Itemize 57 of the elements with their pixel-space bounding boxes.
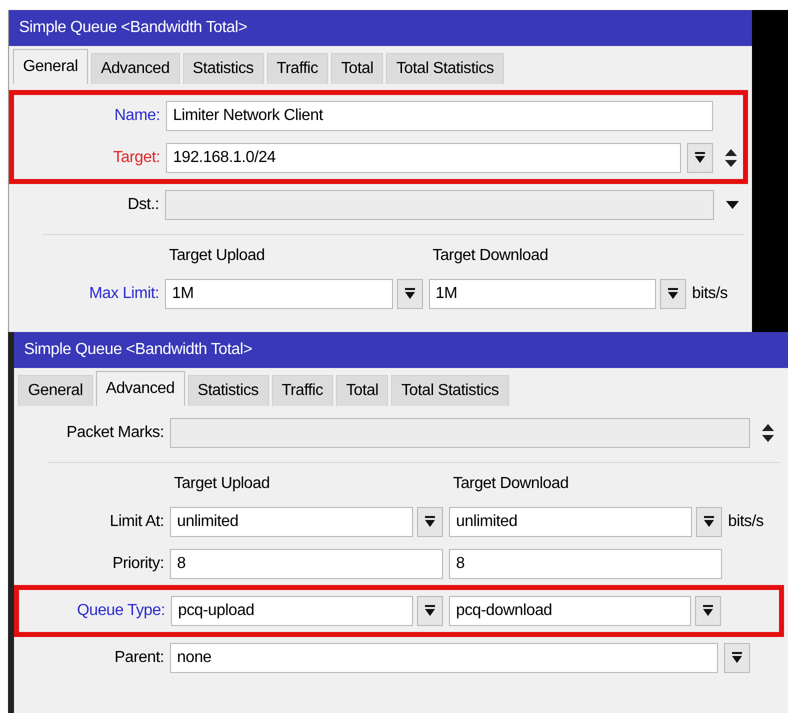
tab[interactable]: Traffic: [272, 375, 334, 406]
field-label: Packet Marks:: [66, 424, 164, 442]
tab[interactable]: Statistics: [188, 375, 269, 406]
text-field[interactable]: 8: [449, 549, 722, 579]
tab[interactable]: General: [18, 375, 93, 406]
tab[interactable]: Total: [331, 53, 384, 84]
text-field[interactable]: 1M: [165, 279, 392, 309]
text-field[interactable]: unlimited: [449, 507, 692, 537]
tab[interactable]: Total Statistics: [391, 375, 509, 406]
field-label: Target:: [112, 149, 160, 167]
dropdown-button[interactable]: [417, 507, 443, 537]
tab[interactable]: Total Statistics: [386, 53, 504, 84]
dropdown-button[interactable]: [724, 643, 750, 673]
dropdown-icon: [425, 605, 435, 617]
text-field[interactable]: pcq-upload: [171, 596, 413, 626]
dropdown-button[interactable]: [695, 596, 721, 626]
dropdown-icon: [404, 288, 414, 300]
field-label: Limit At:: [108, 513, 164, 531]
field-label: Name:: [113, 107, 160, 125]
unit-label: bits/s: [692, 285, 729, 303]
text-field[interactable]: 192.168.1.0/24: [166, 143, 681, 173]
dropdown-button[interactable]: [660, 279, 686, 309]
dropdown-icon: [703, 605, 713, 617]
window-title: Simple Queue <Bandwidth Total>: [19, 19, 248, 37]
text-field[interactable]: none: [170, 643, 718, 673]
field-label: Parent:: [114, 649, 164, 667]
tab[interactable]: Total: [336, 375, 388, 406]
tab[interactable]: Traffic: [266, 53, 328, 84]
text-field[interactable]: unlimited: [170, 507, 413, 537]
field-label: Max Limit:: [88, 285, 159, 303]
unit-label: bits/s: [728, 513, 765, 531]
field-label: Dst.:: [126, 196, 159, 214]
field-label: Queue Type:: [76, 602, 165, 620]
dropdown-button[interactable]: [687, 143, 713, 173]
dropdown-icon: [425, 516, 435, 528]
up-down-icon[interactable]: [725, 149, 737, 167]
dropdown-button[interactable]: [696, 507, 722, 537]
dropdown-icon: [732, 652, 742, 664]
dropdown-icon: [695, 152, 705, 164]
dropdown-button[interactable]: [417, 596, 443, 626]
column-header: Target Download: [432, 247, 550, 265]
field-label: Priority:: [111, 555, 164, 573]
text-field[interactable]: pcq-download: [449, 596, 691, 626]
tab[interactable]: General: [13, 49, 88, 84]
text-field[interactable]: 8: [170, 549, 443, 579]
column-header: Target Download: [452, 475, 570, 493]
window-title: Simple Queue <Bandwidth Total>: [24, 341, 252, 359]
dropdown-button[interactable]: [396, 279, 422, 309]
column-header: Target Upload: [168, 247, 266, 265]
tab[interactable]: Advanced: [90, 53, 180, 84]
tab[interactable]: Statistics: [182, 53, 264, 84]
text-field[interactable]: Limiter Network Client: [166, 101, 713, 131]
dropdown-icon: [704, 516, 714, 528]
tab[interactable]: Advanced: [96, 371, 185, 406]
column-header: Target Upload: [173, 475, 271, 493]
dropdown-icon: [668, 288, 678, 300]
text-field[interactable]: 1M: [428, 279, 656, 309]
